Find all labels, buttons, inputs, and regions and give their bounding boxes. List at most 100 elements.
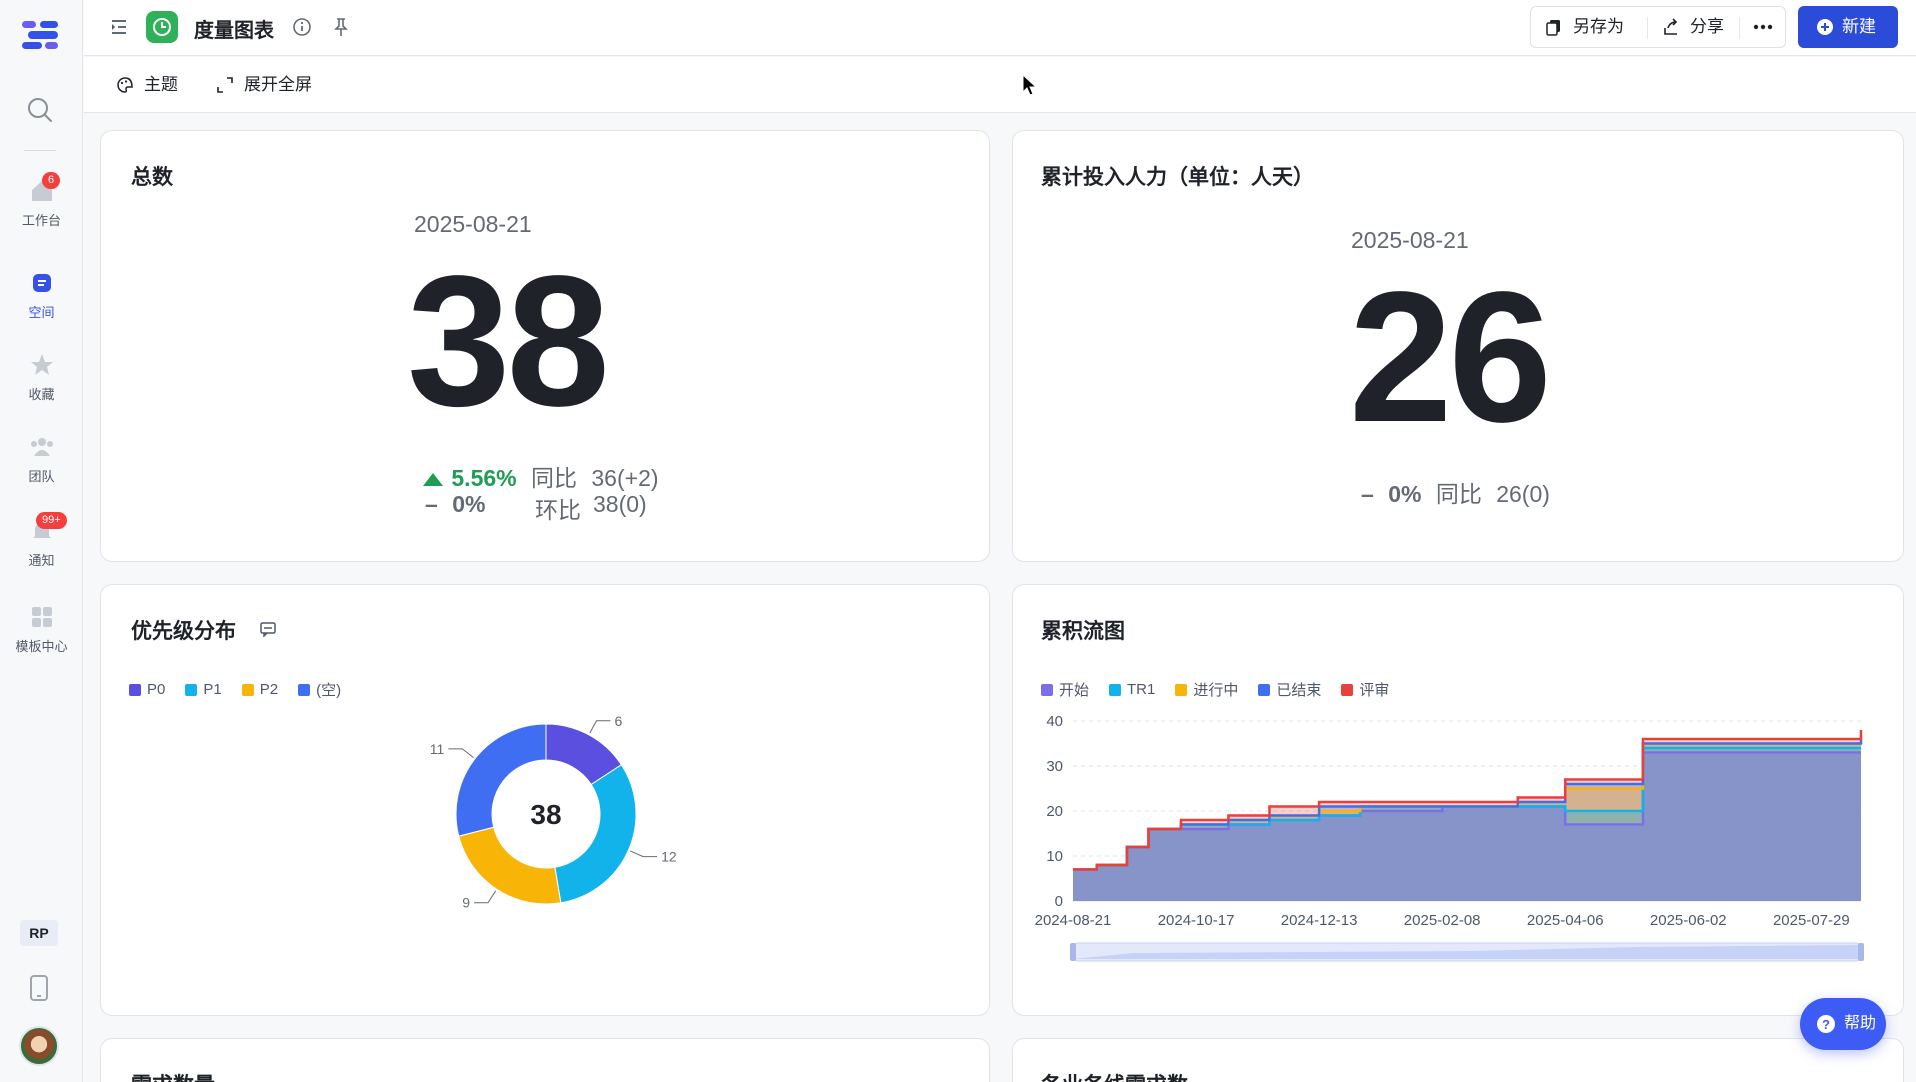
metric-date: 2025-08-21 bbox=[414, 211, 532, 237]
legend-label: TR1 bbox=[1127, 681, 1156, 698]
palette-icon bbox=[117, 77, 133, 93]
sidebar-item-label: 收藏 bbox=[28, 387, 55, 402]
info-icon[interactable] bbox=[292, 17, 312, 37]
fullscreen-button[interactable]: 展开全屏 bbox=[216, 73, 326, 97]
sidebar-item-notifications[interactable]: 通知 99+ bbox=[0, 512, 83, 569]
mobile-icon[interactable] bbox=[28, 974, 50, 1002]
star-icon bbox=[30, 354, 53, 375]
donut-center-value: 38 bbox=[530, 799, 561, 830]
yoy-label: 同比 bbox=[531, 465, 577, 491]
sidebar: 工作台 6 空间 收藏 团队 通知 99+ 模板中心 RP bbox=[0, 0, 83, 1082]
user-initials-badge[interactable]: RP bbox=[20, 920, 58, 946]
dash-icon: – bbox=[1361, 481, 1374, 507]
y-tick-label: 10 bbox=[1046, 848, 1063, 865]
sidebar-item-space[interactable]: 空间 bbox=[0, 270, 83, 321]
avatar[interactable] bbox=[19, 1026, 59, 1066]
legend-item[interactable]: 进行中 bbox=[1175, 679, 1238, 700]
sidebar-item-label: 团队 bbox=[28, 469, 55, 484]
expand-icon bbox=[217, 77, 233, 93]
notification-badge: 99+ bbox=[36, 512, 67, 529]
legend-swatch bbox=[1109, 683, 1122, 696]
mouse-cursor-icon bbox=[1022, 74, 1038, 96]
card-title: 各业务线需求数 bbox=[1041, 1069, 1188, 1082]
more-button[interactable] bbox=[1740, 7, 1786, 47]
sidebar-item-templates[interactable]: 模板中心 bbox=[0, 604, 83, 655]
yoy-label: 同比 bbox=[1435, 481, 1482, 507]
search-icon[interactable] bbox=[26, 96, 54, 124]
zoom-handle-left[interactable] bbox=[1070, 943, 1076, 961]
mom-value: 38(0) bbox=[593, 491, 647, 517]
share-label: 分享 bbox=[1690, 17, 1724, 36]
card-title: 优先级分布 bbox=[131, 620, 236, 643]
legend-label: 已结束 bbox=[1276, 682, 1322, 699]
legend-swatch bbox=[129, 683, 141, 696]
legend-item[interactable]: TR1 bbox=[1109, 679, 1155, 700]
legend-item[interactable]: P2 bbox=[241, 679, 278, 700]
pie-data-label: 6 bbox=[614, 713, 622, 729]
comment-icon[interactable] bbox=[259, 621, 277, 637]
copy-icon bbox=[1546, 20, 1560, 36]
legend-swatch bbox=[1258, 683, 1271, 696]
legend-item[interactable]: 评审 bbox=[1341, 679, 1389, 700]
app-logo-icon[interactable] bbox=[20, 18, 60, 52]
collapse-sidebar-icon[interactable] bbox=[108, 16, 130, 38]
dashboard-toolbar: 主题 展开全屏 bbox=[84, 57, 1916, 113]
sidebar-item-team[interactable]: 团队 bbox=[0, 434, 83, 485]
legend-item[interactable]: (空) bbox=[298, 679, 341, 700]
priority-donut-chart: 6 12 9 11 38 bbox=[430, 713, 677, 911]
legend-label: 进行中 bbox=[1193, 682, 1239, 699]
y-tick-label: 20 bbox=[1046, 803, 1063, 820]
svg-text:?: ? bbox=[1822, 1017, 1830, 1032]
new-button[interactable]: 新建 bbox=[1798, 6, 1898, 48]
pie-data-label: 12 bbox=[661, 849, 677, 865]
pie-leader-line bbox=[589, 720, 611, 734]
legend-swatch bbox=[1041, 683, 1053, 696]
legend-label: 评审 bbox=[1359, 682, 1390, 699]
effort-card: 累计投入人力（单位：人天） 2025-08-21 26 – 0% 同比 26(0… bbox=[1012, 130, 1904, 562]
help-button[interactable]: ? 帮助 bbox=[1800, 998, 1886, 1050]
x-tick-label: 2025-02-08 bbox=[1404, 912, 1481, 929]
card-title: 累积流图 bbox=[1041, 620, 1125, 643]
mom-label: 环比 bbox=[535, 497, 581, 523]
x-tick-label: 2024-12-13 bbox=[1281, 912, 1358, 929]
legend-swatch bbox=[241, 683, 254, 696]
legend-swatch bbox=[1175, 683, 1188, 696]
sidebar-item-workbench[interactable]: 工作台 6 bbox=[0, 172, 83, 229]
pie-leader-line bbox=[474, 890, 497, 904]
share-button[interactable]: 分享 bbox=[1648, 7, 1738, 47]
sidebar-item-favorites[interactable]: 收藏 bbox=[0, 352, 83, 403]
theme-button[interactable]: 主题 bbox=[116, 73, 196, 97]
chart-app-icon bbox=[146, 11, 178, 43]
mom-percent: 0% bbox=[452, 491, 486, 517]
page-title: 度量图表 bbox=[194, 20, 274, 42]
yoy-value: 26(0) bbox=[1496, 481, 1550, 507]
save-as-label: 另存为 bbox=[1573, 17, 1624, 36]
sidebar-item-label: 工作台 bbox=[21, 213, 61, 228]
pie-slice[interactable] bbox=[458, 826, 562, 905]
sidebar-item-label: 空间 bbox=[28, 305, 55, 320]
template-icon bbox=[31, 607, 52, 627]
yoy-percent: 0% bbox=[1388, 481, 1422, 507]
pin-icon[interactable] bbox=[332, 17, 350, 37]
save-as-button[interactable]: 另存为 bbox=[1531, 7, 1647, 47]
x-tick-label: 2024-08-21 bbox=[1035, 912, 1112, 929]
business-line-card: 各业务线需求数 bbox=[1012, 1038, 1904, 1082]
question-icon: ? bbox=[1817, 1015, 1835, 1033]
yoy-stat: – 0% 同比 26(0) bbox=[1361, 475, 1550, 509]
space-icon bbox=[32, 274, 51, 292]
legend-item[interactable]: 已结束 bbox=[1258, 679, 1321, 700]
metric-date: 2025-08-21 bbox=[1351, 227, 1469, 253]
pie-data-label: 9 bbox=[462, 895, 470, 911]
legend-item[interactable]: 开始 bbox=[1041, 679, 1089, 700]
legend-item[interactable]: P0 bbox=[129, 679, 165, 700]
zoom-handle-right[interactable] bbox=[1858, 943, 1864, 961]
more-icon bbox=[1753, 24, 1773, 30]
legend-item[interactable]: P1 bbox=[185, 679, 222, 700]
legend-label: P0 bbox=[147, 681, 166, 698]
pie-slice[interactable] bbox=[554, 764, 637, 904]
x-tick-label: 2025-04-06 bbox=[1527, 912, 1604, 929]
cfd-card: 累积流图 开始 TR1 进行中 已结束 评审 0 10 20 30 40 2024-08-21 20… bbox=[1012, 584, 1904, 1016]
pie-data-label: 11 bbox=[430, 741, 445, 757]
legend-label: 开始 bbox=[1059, 682, 1090, 699]
x-tick-label: 2025-07-29 bbox=[1773, 912, 1850, 929]
